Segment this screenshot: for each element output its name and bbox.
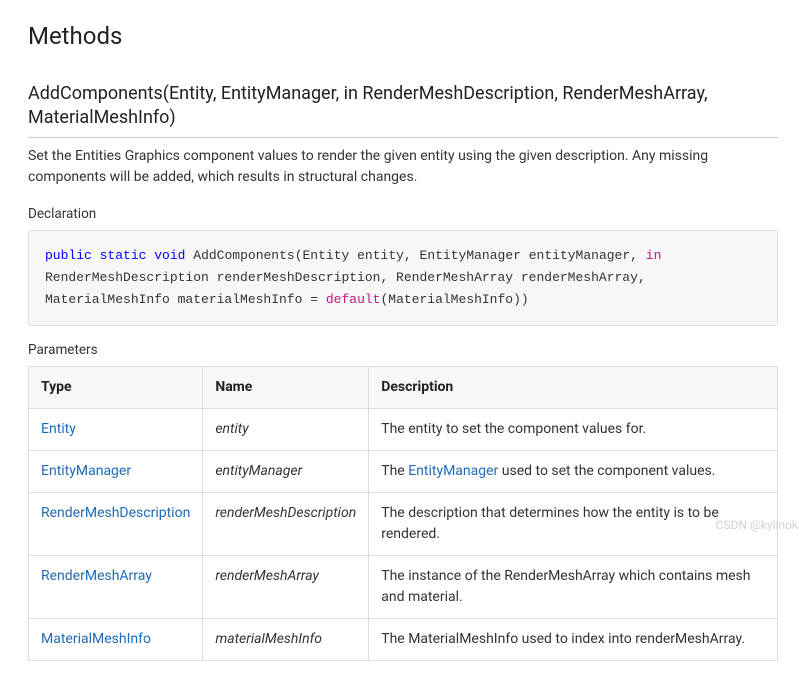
sig1: (Entity entity, EntityManager entityMana…: [295, 248, 646, 263]
code-block: public static void AddComponents(Entity …: [28, 230, 778, 326]
param-name: materialMeshInfo: [203, 619, 369, 661]
table-row: RenderMeshDescription renderMeshDescripti…: [29, 493, 778, 556]
keyword-default: default: [326, 292, 381, 307]
header-desc: Description: [369, 367, 778, 409]
keyword-public: public: [45, 248, 92, 263]
declaration-label: Declaration: [28, 204, 778, 224]
table-row: RenderMeshArray renderMeshArrayThe instan…: [29, 556, 778, 619]
header-name: Name: [203, 367, 369, 409]
param-name: renderMeshDescription: [203, 493, 369, 556]
type-link[interactable]: RenderMeshDescription: [41, 505, 190, 521]
section-heading: Methods: [28, 18, 778, 54]
table-row: MaterialMeshInfo materialMeshInfoThe Mate…: [29, 619, 778, 661]
parameters-label: Parameters: [28, 340, 778, 360]
sig3: (MaterialMeshInfo)): [380, 292, 528, 307]
type-link[interactable]: Entity: [41, 421, 76, 437]
param-name: entity: [203, 409, 369, 451]
keyword-void: void: [154, 248, 185, 263]
param-name: renderMeshArray: [203, 556, 369, 619]
param-name: entityManager: [203, 451, 369, 493]
param-desc: The entity to set the component values f…: [369, 409, 778, 451]
table-row: EntityManager entityManagerThe EntityMana…: [29, 451, 778, 493]
param-desc: The instance of the RenderMeshArray whic…: [369, 556, 778, 619]
method-name: AddComponents: [193, 248, 294, 263]
method-heading: AddComponents(Entity, EntityManager, in …: [28, 82, 778, 138]
header-type: Type: [29, 367, 203, 409]
desc-link[interactable]: EntityManager: [408, 463, 498, 479]
type-link[interactable]: EntityManager: [41, 463, 131, 479]
table-header-row: Type Name Description: [29, 367, 778, 409]
keyword-static: static: [100, 248, 147, 263]
keyword-in: in: [646, 248, 662, 263]
watermark: CSDN @kylinok: [716, 516, 798, 534]
parameters-table: Type Name Description Entity entityThe en…: [28, 366, 778, 661]
type-link[interactable]: RenderMeshArray: [41, 568, 152, 584]
type-link[interactable]: MaterialMeshInfo: [41, 631, 151, 647]
param-desc: The EntityManager used to set the compon…: [369, 451, 778, 493]
table-row: Entity entityThe entity to set the compon…: [29, 409, 778, 451]
param-desc: The MaterialMeshInfo used to index into …: [369, 619, 778, 661]
method-description: Set the Entities Graphics component valu…: [28, 146, 778, 188]
